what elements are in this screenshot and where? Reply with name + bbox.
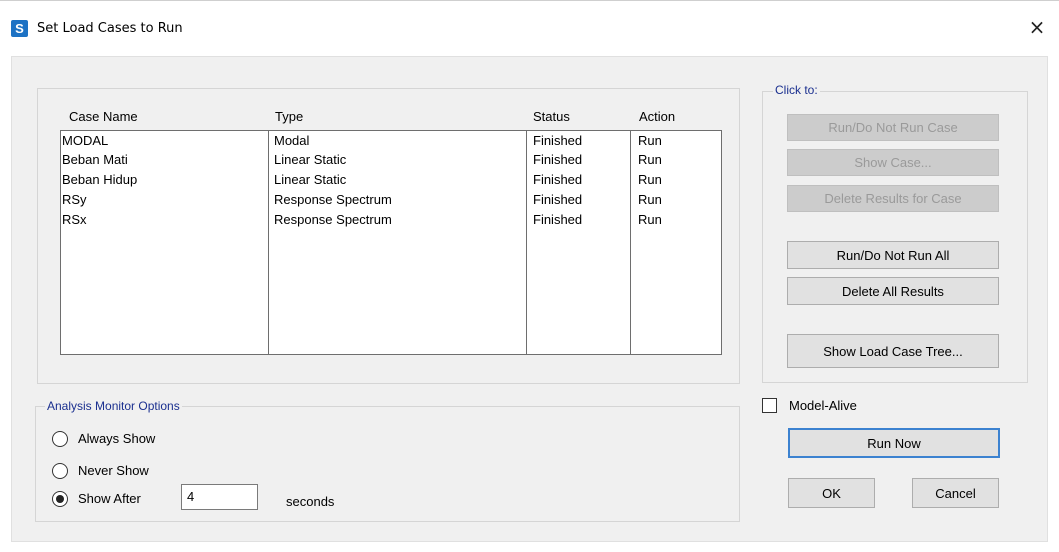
type-cell: Linear Static	[274, 152, 347, 167]
show-load-case-tree-button[interactable]: Show Load Case Tree...	[787, 334, 999, 368]
type-cell: Modal	[274, 133, 310, 148]
column-header-action: Action	[639, 109, 676, 124]
status-cell: Finished	[533, 133, 583, 148]
column-header-status: Status	[533, 109, 570, 124]
action-cell: Run	[638, 133, 662, 148]
case-name-cell: RSy	[62, 192, 87, 207]
title-bar: S Set Load Cases to Run ×	[0, 0, 1059, 56]
always-show-radio[interactable]	[52, 431, 68, 447]
case-name-cell: MODAL	[62, 133, 109, 148]
window-title: Set Load Cases to Run	[37, 21, 183, 36]
radio-selected-dot	[56, 495, 64, 503]
type-cell: Response Spectrum	[274, 192, 392, 207]
column-header-case-name: Case Name	[69, 109, 138, 124]
model-alive-checkbox[interactable]	[762, 398, 777, 413]
app-icon: S	[11, 20, 28, 37]
show-after-label: Show After	[78, 491, 141, 506]
case-name-cell: Beban Hidup	[62, 172, 138, 187]
case-name-cell: Beban Mati	[62, 152, 128, 167]
column-header-type: Type	[275, 109, 304, 124]
ok-button[interactable]: OK	[788, 478, 875, 508]
case-name-cell: RSx	[62, 212, 87, 227]
type-cell: Response Spectrum	[274, 212, 392, 227]
action-cell: Run	[638, 192, 662, 207]
delete-results-for-case-button[interactable]: Delete Results for Case	[787, 185, 999, 212]
column-divider	[526, 131, 527, 354]
never-show-label: Never Show	[78, 463, 149, 478]
click-to-title: Click to:	[773, 83, 820, 97]
show-case-button[interactable]: Show Case...	[787, 149, 999, 176]
action-cell: Run	[638, 152, 662, 167]
never-show-radio[interactable]	[52, 463, 68, 479]
run-do-not-run-all-button[interactable]: Run/Do Not Run All	[787, 241, 999, 269]
status-cell: Finished	[533, 152, 583, 167]
status-cell: Finished	[533, 212, 583, 227]
seconds-input[interactable]: 4	[181, 484, 258, 510]
load-cases-list[interactable]	[60, 130, 722, 355]
analysis-monitor-title: Analysis Monitor Options	[45, 399, 182, 413]
close-icon[interactable]: ×	[1025, 15, 1049, 39]
show-after-radio[interactable]	[52, 491, 68, 507]
cancel-button[interactable]: Cancel	[912, 478, 999, 508]
model-alive-label: Model-Alive	[789, 398, 857, 413]
delete-all-results-button[interactable]: Delete All Results	[787, 277, 999, 305]
status-cell: Finished	[533, 172, 583, 187]
run-now-button[interactable]: Run Now	[788, 428, 1000, 458]
type-cell: Linear Static	[274, 172, 347, 187]
status-cell: Finished	[533, 192, 583, 207]
column-divider	[268, 131, 269, 354]
always-show-label: Always Show	[78, 431, 156, 446]
run-do-not-run-case-button[interactable]: Run/Do Not Run Case	[787, 114, 999, 141]
column-divider	[630, 131, 631, 354]
seconds-label: seconds	[286, 494, 335, 509]
action-cell: Run	[638, 212, 662, 227]
action-cell: Run	[638, 172, 662, 187]
